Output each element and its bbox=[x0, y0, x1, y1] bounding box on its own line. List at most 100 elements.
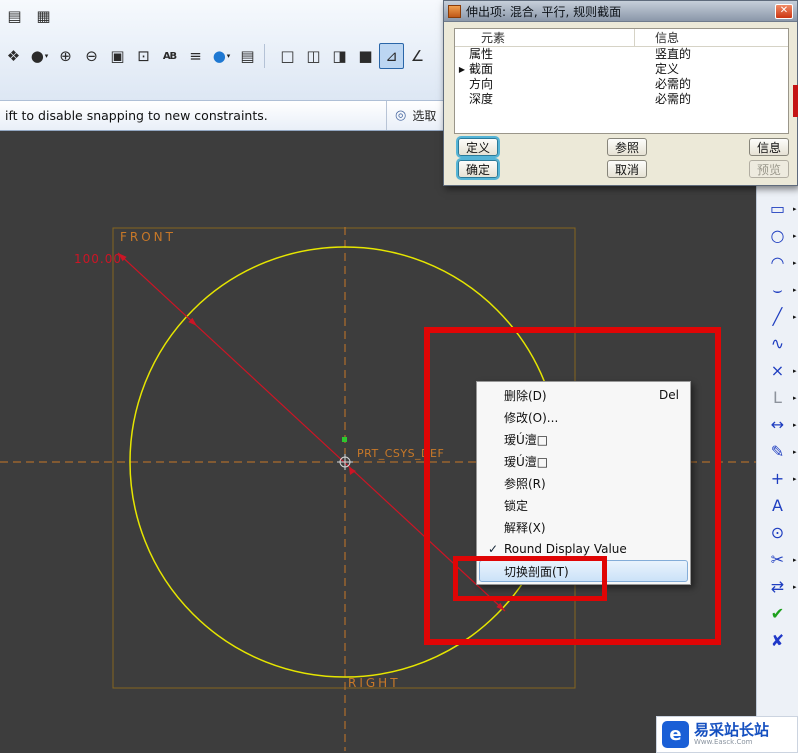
menu-item-garbled-2[interactable]: 瑷Ú澶□ bbox=[479, 450, 688, 472]
element-info: 定义 bbox=[655, 62, 680, 76]
green-vertex-dot[interactable] bbox=[342, 437, 347, 442]
point-tool-icon[interactable]: × ▸ bbox=[758, 357, 798, 384]
info-button[interactable]: 信息 bbox=[749, 138, 789, 156]
flyout-arrow-icon[interactable]: ▸ bbox=[793, 286, 797, 294]
angle-snap-icon[interactable]: ∠ bbox=[405, 43, 430, 69]
palette-tool-icon[interactable]: ⊙ bbox=[758, 519, 798, 546]
selection-filter-icon[interactable]: ◎ bbox=[395, 108, 406, 123]
circle-tool-icon[interactable]: ○ ▸ bbox=[758, 222, 798, 249]
layers-icon[interactable]: ≡ bbox=[183, 43, 208, 69]
menu-item-label: 锁定 bbox=[504, 498, 529, 513]
close-icon[interactable]: ✕ bbox=[775, 3, 793, 19]
zoom-out-icon[interactable]: ⊖ bbox=[79, 43, 104, 69]
menu-item-label: 瑷Ú澶□ bbox=[504, 454, 549, 469]
dimension-line[interactable] bbox=[117, 252, 506, 612]
context-menu: 删除(D) Del 修改(O)... 瑷Ú澶□ 瑷Ú澶□ 参照(R) 锁定 解释… bbox=[476, 381, 691, 585]
menu-item-modify[interactable]: 修改(O)... bbox=[479, 406, 688, 428]
flyout-arrow-icon[interactable]: ▸ bbox=[793, 205, 797, 213]
flyout-arrow-icon[interactable]: ▸ bbox=[793, 583, 797, 591]
screen-edge-marker bbox=[793, 85, 798, 117]
right-datum-label[interactable]: RIGHT bbox=[348, 676, 401, 690]
hidden-line-view-icon[interactable]: ◫ bbox=[301, 43, 326, 69]
element-row[interactable]: 方向 必需的 bbox=[455, 77, 788, 92]
menu-item-label: 瑷Ú澶□ bbox=[504, 432, 549, 447]
zoom-window-icon[interactable]: ▣ bbox=[105, 43, 130, 69]
check-icon: ✓ bbox=[487, 542, 499, 556]
element-name: 截面 bbox=[469, 62, 494, 76]
ok-button[interactable]: 确定 bbox=[458, 160, 498, 178]
menu-item-round-display-value[interactable]: ✓ Round Display Value bbox=[479, 538, 688, 560]
text-tool-icon[interactable]: A bbox=[758, 492, 798, 519]
element-list-header: 元素 信息 bbox=[455, 29, 788, 47]
element-row[interactable]: ▶ 截面 定义 bbox=[455, 62, 788, 77]
trim-tool-icon[interactable]: ✂ ▸ bbox=[758, 546, 798, 573]
dropdown-arrow-icon[interactable]: ▾ bbox=[227, 52, 231, 60]
no-hidden-view-icon[interactable]: ◨ bbox=[327, 43, 352, 69]
define-button[interactable]: 定义 bbox=[458, 138, 498, 156]
menu-item-garbled-1[interactable]: 瑷Ú澶□ bbox=[479, 428, 688, 450]
display-style-icon[interactable]: ▤ bbox=[235, 43, 260, 69]
toolbar-row-2: ❖ ● ▾ ⊕ ⊖ ▣ ⊡ AB ≡ ● ▾ ▤ □ ◫ ◨ ■ ⊿ ∠ bbox=[1, 43, 430, 69]
refit-icon[interactable]: ⊡ bbox=[131, 43, 156, 69]
element-row[interactable]: 深度 必需的 bbox=[455, 92, 788, 107]
shaded-model-icon[interactable]: ■ bbox=[353, 43, 378, 69]
menu-item-label: Round Display Value bbox=[504, 542, 627, 556]
element-list[interactable]: 元素 信息 属性 竖直的 ▶ 截面 定义 方向 必需的 深度 必需的 bbox=[454, 28, 789, 134]
flyout-arrow-icon[interactable]: ▸ bbox=[793, 259, 797, 267]
front-datum-label[interactable]: FRONT bbox=[120, 230, 176, 244]
preview-button: 预览 bbox=[749, 160, 789, 178]
prompt-message: ift to disable snapping to new constrain… bbox=[5, 108, 268, 123]
toolbar-row-1: ▤ ▦ bbox=[2, 3, 56, 29]
flyout-arrow-icon[interactable]: ▸ bbox=[793, 232, 797, 240]
spin-center-icon[interactable]: ❖ bbox=[1, 43, 26, 69]
mirror-tool-icon[interactable]: ⇄ ▸ bbox=[758, 573, 798, 600]
menu-item-explain[interactable]: 解释(X) bbox=[479, 516, 688, 538]
menu-item-toggle-section[interactable]: 切换剖面(T) bbox=[479, 560, 688, 582]
render-sphere-icon[interactable]: ● ▾ bbox=[27, 43, 52, 69]
zoom-in-icon[interactable]: ⊕ bbox=[53, 43, 78, 69]
column-info: 信息 bbox=[655, 31, 680, 45]
spline-tool-icon[interactable]: ∿ bbox=[758, 330, 798, 357]
dropdown-arrow-icon[interactable]: ▾ bbox=[45, 52, 49, 60]
menu-item-delete[interactable]: 删除(D) Del bbox=[479, 384, 688, 406]
cancel-button[interactable]: 取消 bbox=[607, 160, 647, 178]
modify-tool-icon[interactable]: ✎ ▸ bbox=[758, 438, 798, 465]
menu-item-lock[interactable]: 锁定 bbox=[479, 494, 688, 516]
column-element: 元素 bbox=[455, 29, 635, 46]
dialog-titlebar[interactable]: 伸出项: 混合, 平行, 规则截面 ✕ bbox=[444, 1, 797, 22]
cad-application-window: ▤ ▦ ❖ ● ▾ ⊕ ⊖ ▣ ⊡ AB ≡ ● ▾ ▤ □ ◫ ◨ ■ ⊿ ∠ ift to disable sn… bbox=[0, 0, 798, 753]
done-button-icon[interactable]: ✔ bbox=[758, 600, 798, 627]
watermark-logo-icon: e bbox=[662, 721, 689, 748]
flyout-arrow-icon[interactable]: ▸ bbox=[793, 313, 797, 321]
flyout-arrow-icon[interactable]: ▸ bbox=[793, 367, 797, 375]
flyout-arrow-icon[interactable]: ▸ bbox=[793, 448, 797, 456]
select-label[interactable]: 选取 bbox=[412, 107, 436, 124]
sketch-view-icon[interactable]: ⊿ bbox=[379, 43, 404, 69]
grid-table-icon[interactable]: ▦ bbox=[31, 3, 56, 29]
flyout-arrow-icon[interactable]: ▸ bbox=[793, 556, 797, 564]
dimension-tool-icon[interactable]: ↔ ▸ bbox=[758, 411, 798, 438]
menu-item-shortcut: Del bbox=[659, 388, 679, 402]
flyout-arrow-icon[interactable]: ▸ bbox=[793, 421, 797, 429]
csys-label[interactable]: PRT_CSYS_DEF bbox=[357, 447, 444, 460]
rectangle-tool-icon[interactable]: ▭ ▸ bbox=[758, 195, 798, 222]
edge-tool-icon[interactable]: L ▸ bbox=[758, 384, 798, 411]
quit-button-icon[interactable]: ✘ bbox=[758, 627, 798, 654]
dimension-value[interactable]: 100.00 bbox=[74, 252, 122, 266]
element-row[interactable]: 属性 竖直的 bbox=[455, 47, 788, 62]
annotation-icon[interactable]: AB bbox=[157, 43, 182, 69]
flyout-arrow-icon[interactable]: ▸ bbox=[793, 475, 797, 483]
center-marker[interactable] bbox=[337, 437, 356, 475]
fillet-tool-icon[interactable]: ⌣ ▸ bbox=[758, 276, 798, 303]
refs-button[interactable]: 参照 bbox=[607, 138, 647, 156]
flyout-arrow-icon[interactable]: ▸ bbox=[793, 394, 797, 402]
sketch-page-icon[interactable]: ▤ bbox=[2, 3, 27, 29]
line-tool-icon[interactable]: ╱ ▸ bbox=[758, 303, 798, 330]
constraint-tool-icon[interactable]: + ▸ bbox=[758, 465, 798, 492]
wireframe-view-icon[interactable]: □ bbox=[275, 43, 300, 69]
arc-tool-icon[interactable]: ◠ ▸ bbox=[758, 249, 798, 276]
element-rows: 属性 竖直的 ▶ 截面 定义 方向 必需的 深度 必需的 bbox=[455, 47, 788, 107]
menu-item-references[interactable]: 参照(R) bbox=[479, 472, 688, 494]
watermark-subtext: Www.Easck.Com bbox=[694, 737, 753, 746]
shaded-view-icon[interactable]: ● ▾ bbox=[209, 43, 234, 69]
